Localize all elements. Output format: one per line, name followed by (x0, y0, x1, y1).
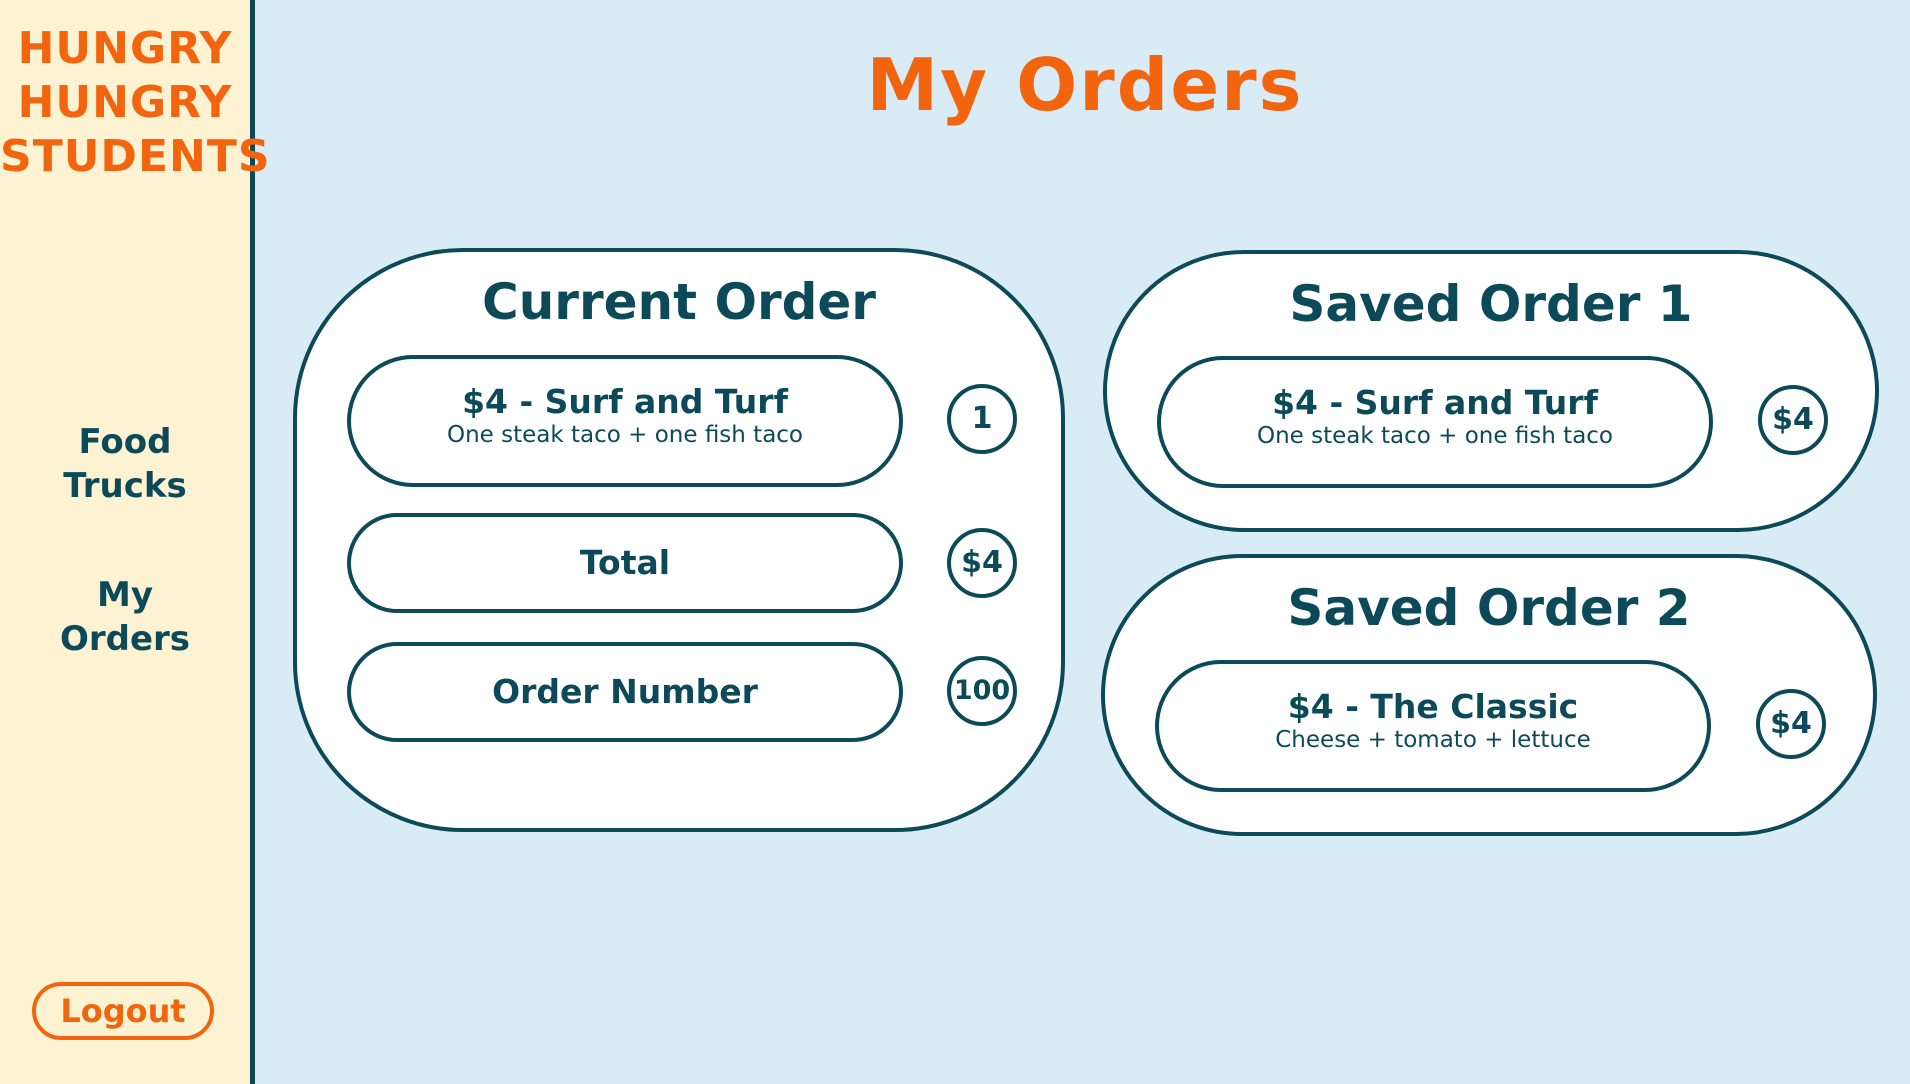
item-quantity-badge: 1 (947, 384, 1017, 454)
order-number-label: Order Number (492, 672, 758, 711)
saved-order-2-panel[interactable]: Saved Order 2 $4 - The Classic Cheese + … (1101, 554, 1877, 836)
page-title: My Orders (866, 43, 1304, 127)
saved-order-1-price-badge: $4 (1758, 385, 1828, 455)
sidebar-item-label: My (97, 575, 153, 615)
total-row: Total (347, 513, 903, 613)
sidebar-item-label: Orders (59, 619, 191, 659)
sidebar: HUNGRY HUNGRY STUDENTS Food Trucks My Or… (0, 0, 271, 1084)
app-logo[interactable]: HUNGRY HUNGRY STUDENTS (0, 22, 271, 184)
saved-order-2-price-badge: $4 (1756, 689, 1826, 759)
logo-line-3: STUDENTS (0, 131, 271, 182)
current-order-panel: Current Order $4 - Surf and Turf One ste… (293, 248, 1065, 832)
item-description: One steak taco + one fish taco (446, 422, 804, 448)
sidebar-item-label: Food (78, 422, 172, 462)
saved-order-2-title: Saved Order 2 (1287, 579, 1691, 637)
logo-line-1: HUNGRY (17, 23, 233, 74)
item-description: Cheese + tomato + lettuce (1275, 727, 1591, 753)
item-description: One steak taco + one fish taco (1256, 423, 1614, 449)
sidebar-item-my-orders[interactable]: My Orders (0, 573, 250, 661)
total-value-badge: $4 (947, 528, 1017, 598)
logo-line-2: HUNGRY (17, 77, 233, 128)
item-name: $4 - Surf and Turf (1272, 383, 1598, 422)
logout-button[interactable]: Logout (32, 982, 214, 1040)
total-label: Total (579, 543, 671, 582)
item-name: $4 - The Classic (1287, 687, 1579, 726)
saved-order-1-panel[interactable]: Saved Order 1 $4 - Surf and Turf One ste… (1103, 250, 1879, 532)
current-order-item[interactable]: $4 - Surf and Turf One steak taco + one … (347, 355, 903, 487)
sidebar-item-food-trucks[interactable]: Food Trucks (0, 420, 250, 508)
current-order-title: Current Order (482, 273, 876, 331)
order-number-badge: 100 (947, 656, 1017, 726)
saved-order-1-title: Saved Order 1 (1289, 275, 1693, 333)
saved-order-2-item[interactable]: $4 - The Classic Cheese + tomato + lettu… (1155, 660, 1711, 792)
item-name: $4 - Surf and Turf (462, 382, 788, 421)
sidebar-item-label: Trucks (63, 466, 187, 506)
order-number-row: Order Number (347, 642, 903, 742)
saved-order-1-item[interactable]: $4 - Surf and Turf One steak taco + one … (1157, 356, 1713, 488)
